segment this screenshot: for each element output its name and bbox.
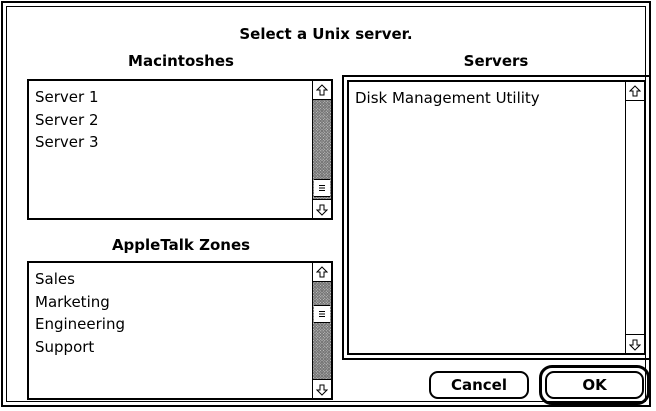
up-arrow-icon[interactable] (313, 263, 331, 282)
scroll-thumb-grip-icon (319, 311, 325, 317)
list-item[interactable]: Server 3 (35, 131, 309, 154)
scroll-thumb[interactable] (314, 179, 330, 197)
appletalk-zones-label: AppleTalk Zones (111, 236, 251, 254)
macintoshes-label: Macintoshes (128, 52, 234, 70)
list-item[interactable]: Server 2 (35, 109, 309, 132)
scroll-track[interactable] (313, 282, 331, 379)
up-arrow-icon[interactable] (313, 81, 331, 100)
up-arrow-icon[interactable] (626, 82, 644, 101)
cancel-button[interactable]: Cancel (429, 371, 529, 399)
scroll-thumb-grip-icon (319, 185, 325, 191)
select-unix-server-dialog: Select a Unix server. Macintoshes Server… (1, 1, 651, 407)
down-arrow-icon[interactable] (313, 379, 331, 398)
macintoshes-scrollbar[interactable] (312, 81, 331, 218)
list-item[interactable]: Disk Management Utility (355, 87, 622, 110)
servers-list[interactable]: Disk Management Utility (347, 80, 646, 355)
dialog-title: Select a Unix server. (239, 25, 413, 43)
scroll-thumb[interactable] (314, 305, 330, 323)
list-item[interactable]: Server 1 (35, 86, 309, 109)
down-arrow-icon[interactable] (626, 334, 644, 353)
macintoshes-list[interactable]: Server 1 Server 2 Server 3 (27, 79, 333, 220)
list-item[interactable]: Engineering (35, 313, 309, 336)
list-item[interactable]: Sales (35, 268, 309, 291)
list-item[interactable]: Support (35, 336, 309, 359)
appletalk-zones-list[interactable]: Sales Marketing Engineering Support (27, 261, 333, 400)
servers-label: Servers (463, 52, 529, 70)
list-item[interactable]: Marketing (35, 291, 309, 314)
down-arrow-icon[interactable] (313, 199, 331, 218)
zones-scrollbar[interactable] (312, 263, 331, 398)
ok-button[interactable]: OK (545, 371, 644, 399)
servers-scrollbar[interactable] (625, 82, 644, 353)
